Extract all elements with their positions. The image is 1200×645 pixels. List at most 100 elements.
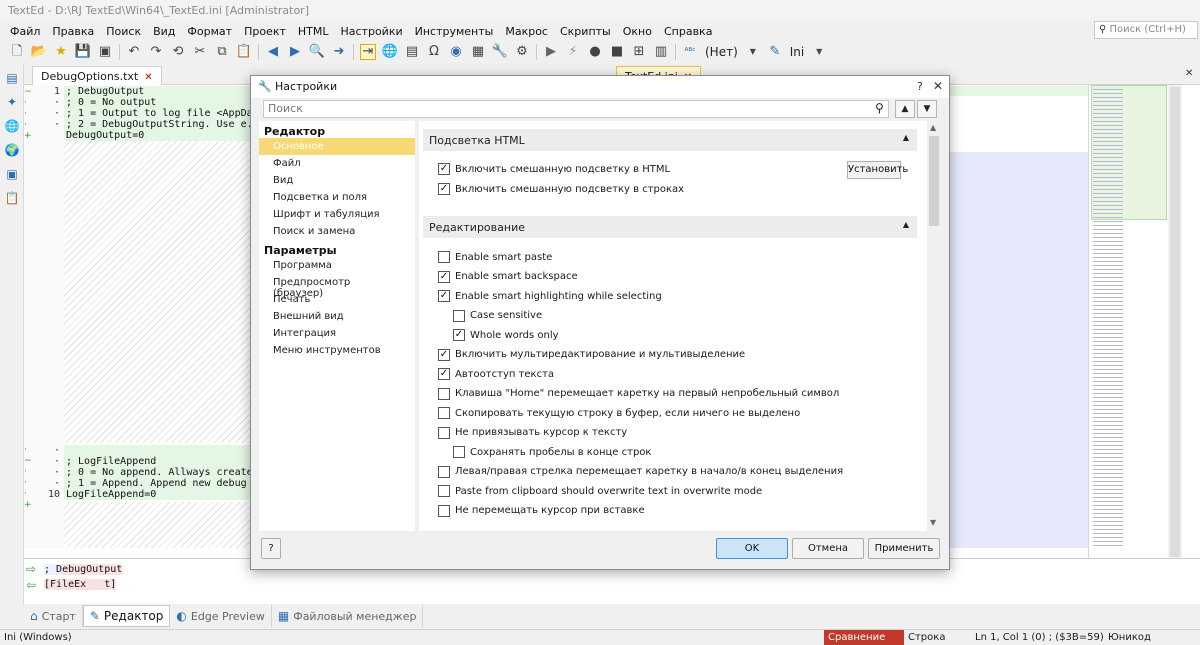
category-item[interactable]: Интеграция: [259, 325, 415, 342]
category-item[interactable]: Печать: [259, 291, 415, 308]
find-icon[interactable]: 🔍: [309, 44, 325, 60]
menu-item[interactable]: Правка: [46, 25, 100, 38]
category-item[interactable]: Программа: [259, 257, 415, 274]
option-checkbox-row[interactable]: ✓ Включить смешанную подсветку в HTML: [438, 161, 670, 177]
globe-search-icon[interactable]: 🌍: [4, 143, 20, 159]
history-icon[interactable]: ⟲: [170, 44, 186, 60]
bottom-tab-home[interactable]: ⌂ Старт: [24, 605, 83, 627]
forward-arrow-icon[interactable]: ▶: [287, 44, 303, 60]
menu-item[interactable]: Поиск: [100, 25, 147, 38]
chevron-down-icon[interactable]: ▼: [745, 44, 761, 60]
category-item[interactable]: Внешний вид: [259, 308, 415, 325]
checkbox-unchecked[interactable]: [453, 309, 465, 322]
code-block-top[interactable]: ; DebugOutput; 0 = No output; 1 = Output…: [64, 86, 250, 141]
save-all-icon[interactable]: ▣: [97, 44, 113, 60]
option-checkbox-row[interactable]: Enable smart paste: [438, 249, 552, 265]
checkbox-unchecked[interactable]: [438, 407, 450, 419]
apply-button[interactable]: Применить: [868, 538, 940, 559]
omega-symbol-icon[interactable]: Ω: [426, 44, 442, 60]
category-item[interactable]: Шрифт и табуляция: [259, 206, 415, 223]
open-folder-icon[interactable]: 📂: [31, 44, 47, 60]
checkbox-checked[interactable]: ✓: [438, 290, 450, 302]
chevron-up-icon[interactable]: ▲: [903, 133, 909, 142]
help-icon[interactable]: ?: [917, 80, 923, 93]
syntax-select[interactable]: Ini: [790, 45, 804, 59]
save-icon[interactable]: 💾: [75, 44, 91, 60]
menu-item[interactable]: Скрипты: [554, 25, 617, 38]
stop-icon[interactable]: ■: [609, 44, 625, 60]
checkbox-checked[interactable]: ✓: [438, 368, 450, 380]
category-item[interactable]: Подсветка и поля: [259, 189, 415, 206]
cut-icon[interactable]: ✂: [192, 44, 208, 60]
layout-icon[interactable]: ⊞: [631, 44, 647, 60]
menu-item[interactable]: Вид: [147, 25, 181, 38]
globe-icon[interactable]: 🌐: [4, 119, 20, 135]
settings-search-input[interactable]: Поиск: [263, 100, 889, 118]
menu-item[interactable]: Окно: [617, 25, 658, 38]
global-search-input[interactable]: ⚲ Поиск (Ctrl+H): [1094, 21, 1198, 39]
checkbox-unchecked[interactable]: [438, 426, 450, 439]
checkbox-checked[interactable]: ✓: [438, 183, 450, 195]
copy-icon[interactable]: ⧉: [214, 44, 230, 60]
file-tree-icon[interactable]: ▤: [4, 71, 20, 87]
close-icon[interactable]: ✕: [144, 72, 152, 83]
option-checkbox-row[interactable]: Не привязывать курсор к тексту: [438, 425, 627, 441]
record-icon[interactable]: ●: [587, 44, 603, 60]
encoding-select[interactable]: (Нет): [705, 45, 738, 59]
option-checkbox-row[interactable]: ✓ Enable smart highlighting while selecti…: [438, 288, 662, 304]
checkbox-checked[interactable]: ✓: [453, 329, 465, 341]
new-file-icon[interactable]: 🗋: [9, 44, 25, 60]
close-icon[interactable]: ✕: [1185, 68, 1197, 80]
checkbox-unchecked[interactable]: [438, 251, 450, 263]
option-checkbox-row[interactable]: ✓ Enable smart backspace: [438, 269, 578, 285]
code-block-bottom[interactable]: ; LogFileAppend; 0 = No append. Allways …: [64, 445, 250, 500]
cancel-button[interactable]: Отмена: [792, 538, 864, 559]
menu-item[interactable]: Проект: [238, 25, 292, 38]
checkbox-checked[interactable]: ✓: [438, 163, 450, 175]
clipboard-icon[interactable]: 📋: [4, 191, 20, 207]
ok-button[interactable]: OK: [716, 538, 788, 559]
chevron-down-icon[interactable]: ▼: [811, 44, 827, 60]
checkbox-unchecked[interactable]: [438, 387, 450, 400]
option-checkbox-row[interactable]: Не перемещать курсор при вставке: [438, 503, 645, 519]
image-icon[interactable]: ▦: [470, 44, 486, 60]
paste-icon[interactable]: 📋: [236, 44, 252, 60]
back-arrow-icon[interactable]: ◀: [265, 44, 281, 60]
option-checkbox-row[interactable]: Сохранять пробелы в конце строк: [453, 444, 651, 460]
close-icon[interactable]: ✕: [933, 79, 943, 93]
plugin-icon[interactable]: ⚙: [514, 44, 530, 60]
minimap[interactable]: [1088, 85, 1168, 558]
status-encoding[interactable]: Юникод: [1108, 632, 1151, 643]
menu-item[interactable]: Справка: [658, 25, 718, 38]
menu-item[interactable]: Формат: [181, 25, 238, 38]
section-header[interactable]: Подсветка HTML ▲: [423, 129, 917, 151]
chevron-up-icon[interactable]: ▲: [903, 220, 909, 229]
option-checkbox-row[interactable]: ✓ Whole words only: [453, 327, 559, 343]
puzzle-icon[interactable]: ✦: [4, 95, 20, 111]
option-checkbox-row[interactable]: ✓ Включить смешанную подсветку в строках: [438, 181, 684, 197]
chevron-up-icon[interactable]: ▲: [895, 100, 915, 118]
highlighter-icon[interactable]: ✎: [767, 44, 783, 60]
checkbox-unchecked[interactable]: [438, 465, 450, 478]
scrollbar-thumb[interactable]: [929, 136, 939, 226]
category-item[interactable]: Основное: [259, 138, 415, 155]
favorites-icon[interactable]: ★: [53, 44, 69, 60]
search-icon[interactable]: ⚲: [875, 101, 884, 115]
editor-scrollbar[interactable]: [1168, 85, 1182, 558]
redo-icon[interactable]: ↷: [148, 44, 164, 60]
html-icon[interactable]: ▤: [404, 44, 420, 60]
install-button[interactable]: Установить: [847, 161, 908, 179]
option-checkbox-row[interactable]: Paste from clipboard should overwrite te…: [438, 483, 762, 499]
menu-item[interactable]: Файл: [4, 25, 46, 38]
table-icon[interactable]: ▥: [653, 44, 669, 60]
color-picker-icon[interactable]: ◉: [448, 44, 464, 60]
category-item[interactable]: Меню инструментов: [259, 342, 415, 359]
option-checkbox-row[interactable]: Клавиша "Home" перемещает каретку на пер…: [438, 386, 839, 402]
section-header[interactable]: Редактирование ▲: [423, 216, 917, 238]
status-compare-badge[interactable]: Сравнение: [824, 630, 904, 645]
globe-icon[interactable]: 🌐: [382, 44, 398, 60]
checkbox-checked[interactable]: ✓: [438, 270, 450, 283]
tools-icon[interactable]: 🔧: [492, 44, 508, 60]
category-item[interactable]: Поиск и замена: [259, 223, 415, 240]
panel-icon[interactable]: ▣: [4, 167, 20, 183]
